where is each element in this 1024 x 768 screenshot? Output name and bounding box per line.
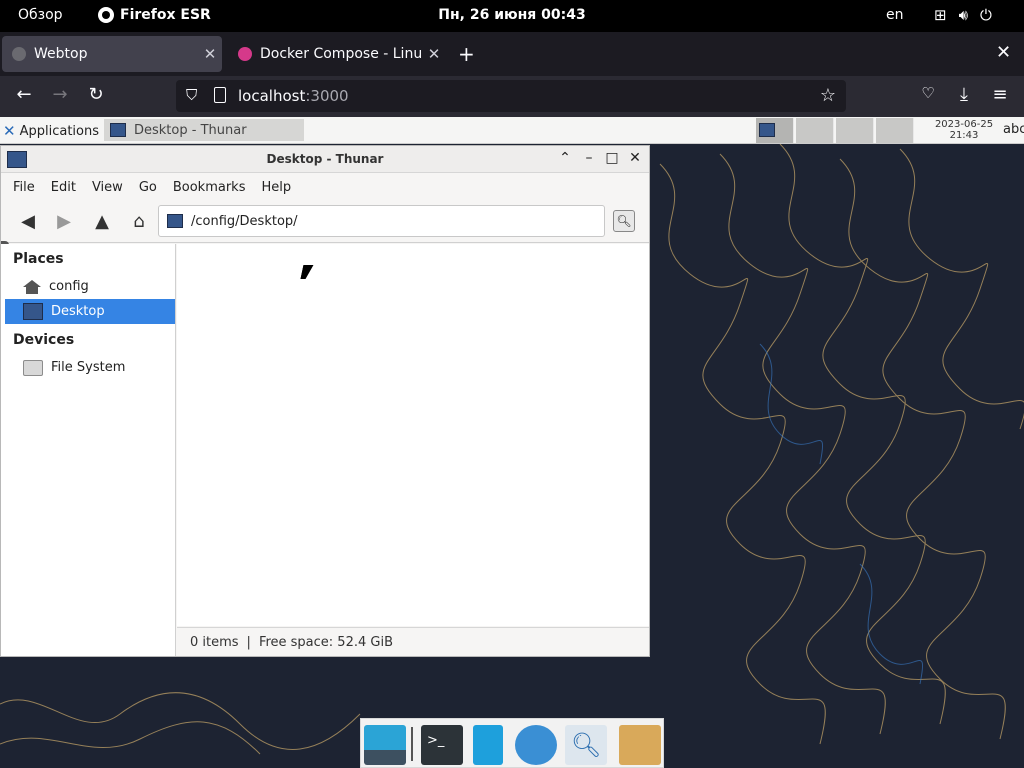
thunar-toolbar: ◀ ▶ ▲ ⌂ /config/Desktop/ 🔍︎ [1,201,649,243]
thunar-menubar: File Edit View Go Bookmarks Help [1,174,649,200]
thunar-titlebar[interactable]: Desktop - Thunar ⌃ – □ ✕ [1,146,649,173]
forward-button[interactable]: → [48,84,72,105]
clock[interactable]: Пн, 26 июня 00:43 [0,7,1024,23]
webtop-viewport[interactable]: ✕ Applications ≡ Desktop - Thunar 2023-0… [0,117,1024,768]
taskbar-item-thunar[interactable]: Desktop - Thunar [104,119,304,141]
parent-folder-icon[interactable]: ▲ [91,211,113,232]
location-entry[interactable]: /config/Desktop/ [158,205,605,237]
dock: >_ 🔍︎ [360,718,664,768]
applications-label: Applications [19,123,99,139]
workspace-4[interactable] [876,118,914,143]
menu-go[interactable]: Go [139,180,157,195]
workspace-window-icon [759,123,775,137]
search-icon[interactable]: 🔍︎ [613,210,635,232]
bookmark-star-icon[interactable]: ☆ [820,85,836,106]
workspace-1[interactable] [756,118,794,143]
back-button[interactable]: ← [12,84,36,105]
status-bar: 0 items | Free space: 52.4 GiB [177,627,649,656]
tab-title: Docker Compose - LinuxServer [260,46,422,62]
menu-view[interactable]: View [92,180,123,195]
xfce-panel: ✕ Applications ≡ Desktop - Thunar 2023-0… [0,117,1024,144]
home-folder-icon [23,279,41,294]
location-path: /config/Desktop/ [191,213,298,229]
file-view[interactable] [177,244,649,626]
close-tab-icon[interactable]: ✕ [422,45,446,63]
panel-clock[interactable]: 2023-06-25 21:43 [922,119,1006,141]
close-tab-icon[interactable]: ✕ [198,45,222,63]
web-browser-icon[interactable] [515,725,557,765]
folder-icon[interactable] [619,725,661,765]
free-space: Free space: 52.4 GiB [258,634,393,650]
menu-file[interactable]: File [13,180,35,195]
tab-docker-compose[interactable]: Docker Compose - LinuxServer ✕ [228,36,446,72]
desktop-folder-icon [167,214,183,228]
places-header: Places [13,251,64,267]
window-title: Desktop - Thunar [266,152,384,166]
sidebar-item-label: config [49,279,89,294]
system-tray[interactable]: ⊞ 🔊︎ ⏻ [934,6,992,24]
shade-button-icon[interactable]: ⌃ [557,150,573,166]
sidebar-item-label: File System [51,360,126,375]
site-info-icon[interactable] [214,87,226,103]
panel-date: 2023-06-25 [934,119,994,130]
sidebar-item-label: Desktop [51,304,105,319]
taskbar-item-label: Desktop - Thunar [134,122,247,138]
drive-icon [23,359,43,376]
downloads-icon[interactable]: ⤓ [952,84,976,105]
xfce-logo-icon: ✕ [3,122,16,140]
linuxserver-favicon-icon [238,47,252,61]
thunar-side-pane: Places config Desktop Devices File Syste… [1,244,176,656]
url-text[interactable]: localhost:3000 [238,87,349,105]
workspace-2[interactable] [796,118,834,143]
network-icon: ⊞ [934,6,947,24]
desktop-icon [23,303,43,320]
applications-menu[interactable]: ✕ Applications ≡ [3,122,114,140]
firefox-nav-bar: ← → ↻ ⛉ localhost:3000 ☆ ♡ ⤓ ≡ [0,76,1024,117]
thunar-window[interactable]: Desktop - Thunar ⌃ – □ ✕ File Edit View … [0,145,650,657]
close-button-icon[interactable]: ✕ [627,150,643,166]
panel-time: 21:43 [949,130,979,141]
back-arrow-icon[interactable]: ◀ [17,211,39,232]
sidebar-item-config[interactable]: config [5,274,175,299]
gnome-top-bar: Обзор Firefox ESR Пн, 26 июня 00:43 en ⊞… [0,0,1024,32]
reload-button[interactable]: ↻ [84,84,108,105]
tab-webtop[interactable]: Webtop ✕ [2,36,222,72]
status-separator: | [246,634,251,650]
webtop-favicon-icon [12,47,26,61]
dock-separator [411,727,413,761]
file-manager-icon[interactable] [473,725,503,765]
menu-edit[interactable]: Edit [51,180,76,195]
keyboard-indicator[interactable]: abc [1003,122,1024,137]
terminal-icon[interactable]: >_ [421,725,463,765]
tracking-protection-icon[interactable]: ⛉ [186,86,197,104]
keyboard-layout-indicator[interactable]: en [886,7,904,23]
menu-icon[interactable]: ≡ [988,84,1012,105]
show-desktop-icon[interactable] [364,725,406,765]
sidebar-item-file-system[interactable]: File System [5,355,175,380]
power-icon: ⏻ [980,6,992,24]
tab-title: Webtop [34,46,88,62]
devices-header: Devices [13,332,75,348]
forward-arrow-icon[interactable]: ▶ [53,211,75,232]
item-count: 0 items [190,634,239,650]
firefox-tab-strip: Webtop ✕ Docker Compose - LinuxServer ✕ … [0,32,1024,76]
pocket-icon[interactable]: ♡ [916,84,940,102]
close-window-button[interactable]: ✕ [996,42,1011,63]
minimize-button-icon[interactable]: – [581,150,597,166]
workspace-3[interactable] [836,118,874,143]
menu-bookmarks[interactable]: Bookmarks [173,180,246,195]
menu-help[interactable]: Help [261,180,291,195]
sidebar-item-desktop[interactable]: Desktop [5,299,175,324]
volume-icon: 🔊︎ [958,6,969,24]
home-icon[interactable]: ⌂ [128,211,150,232]
url-bar[interactable]: ⛉ localhost:3000 ☆ [176,80,846,112]
app-finder-icon[interactable]: 🔍︎ [565,725,607,765]
new-tab-button[interactable]: + [458,42,475,66]
thunar-desktop-icon [110,123,126,137]
screen: Обзор Firefox ESR Пн, 26 июня 00:43 en ⊞… [0,0,1024,768]
maximize-button-icon[interactable]: □ [604,150,620,166]
